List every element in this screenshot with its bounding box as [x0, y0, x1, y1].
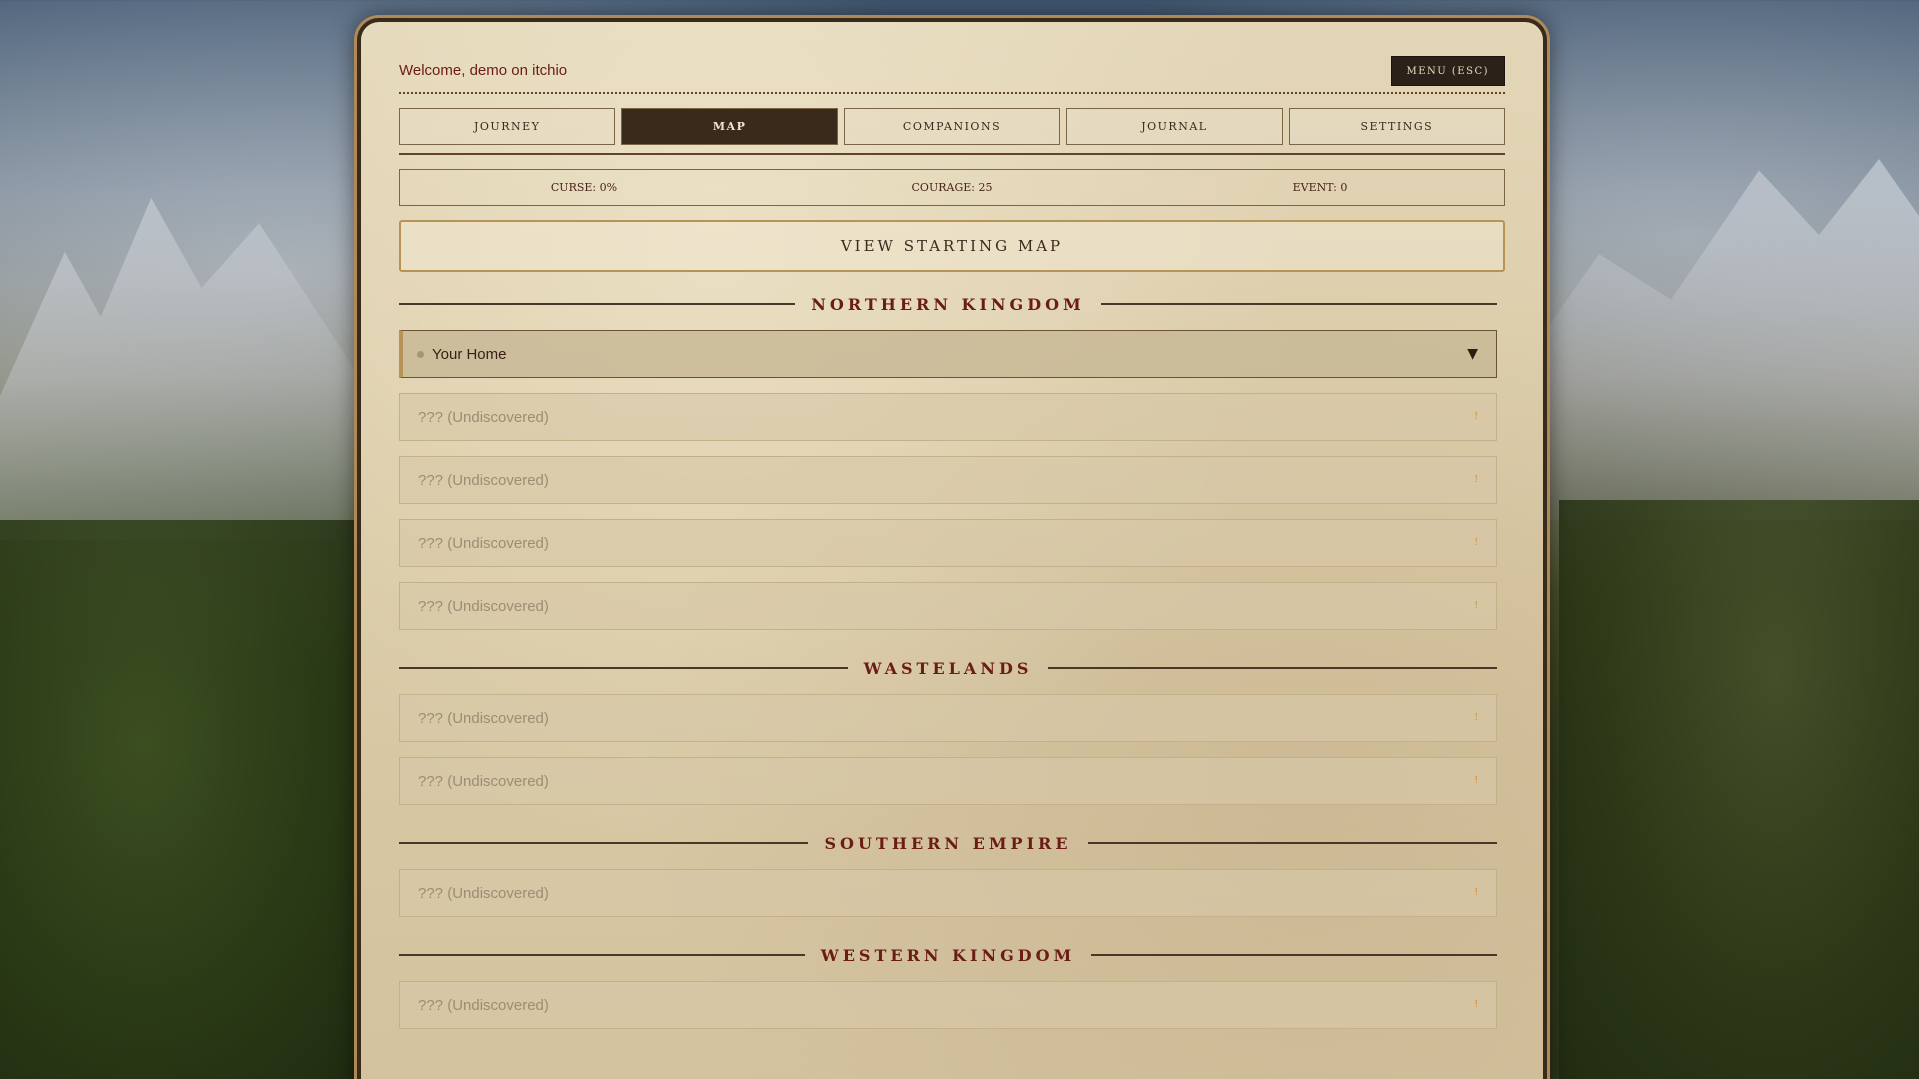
undiscovered-marker-icon: !	[1474, 1000, 1478, 1010]
location-undiscovered[interactable]: ??? (Undiscovered) !	[399, 757, 1497, 805]
location-undiscovered[interactable]: ??? (Undiscovered) !	[399, 519, 1497, 567]
location-name: ??? (Undiscovered)	[418, 597, 549, 615]
divider-line	[399, 842, 809, 844]
background-forest-left	[0, 520, 360, 1079]
undiscovered-marker-icon: !	[1474, 412, 1478, 422]
location-name: ??? (Undiscovered)	[418, 471, 549, 489]
region-heading-wastelands: WASTELANDS	[399, 656, 1505, 680]
tab-bar: JOURNEY MAP COMPANIONS JOURNAL SETTINGS	[399, 108, 1506, 155]
tab-journey[interactable]: JOURNEY	[399, 108, 616, 145]
background-mountains-left	[0, 198, 360, 540]
undiscovered-marker-icon: !	[1474, 888, 1478, 898]
location-name: ??? (Undiscovered)	[418, 996, 549, 1014]
expand-caret-icon[interactable]: ▼	[1467, 346, 1478, 362]
location-undiscovered[interactable]: ??? (Undiscovered) !	[399, 582, 1497, 630]
location-name: ??? (Undiscovered)	[418, 772, 549, 790]
region-heading-southern-empire: SOUTHERN EMPIRE	[399, 831, 1505, 855]
stats-bar: CURSE: 0% COURAGE: 25 EVENT: 0	[399, 169, 1505, 206]
divider-line	[1048, 667, 1498, 669]
region-title: NORTHERN KINGDOM	[811, 294, 1085, 314]
curse-stat: CURSE: 0%	[550, 181, 618, 194]
undiscovered-marker-icon: !	[1474, 538, 1478, 548]
tab-journal[interactable]: JOURNAL	[1066, 108, 1283, 145]
undiscovered-marker-icon: !	[1474, 601, 1478, 611]
region-heading-northern-kingdom: NORTHERN KINGDOM	[399, 292, 1505, 316]
tab-companions[interactable]: COMPANIONS	[843, 108, 1061, 145]
divider-line	[1087, 842, 1498, 844]
menu-button[interactable]: MENU (ESC)	[1390, 56, 1505, 86]
region-title: WESTERN KINGDOM	[820, 945, 1076, 965]
undiscovered-marker-icon: !	[1474, 475, 1478, 485]
region-title: SOUTHERN EMPIRE	[824, 833, 1072, 853]
undiscovered-marker-icon: !	[1474, 776, 1478, 786]
panel-header: Welcome, demo on itchio MENU (ESC)	[399, 22, 1505, 94]
welcome-text: Welcome, demo on itchio	[399, 62, 568, 79]
location-undiscovered[interactable]: ??? (Undiscovered) !	[399, 869, 1497, 917]
tab-map[interactable]: MAP	[621, 108, 838, 145]
location-dot-icon	[417, 350, 424, 358]
region-heading-western-kingdom: WESTERN KINGDOM	[399, 943, 1505, 967]
divider-line	[399, 303, 796, 305]
location-undiscovered[interactable]: ??? (Undiscovered) !	[399, 393, 1497, 441]
location-name: ??? (Undiscovered)	[418, 534, 549, 552]
location-name: ??? (Undiscovered)	[418, 408, 549, 426]
view-starting-map-button[interactable]: VIEW STARTING MAP	[399, 220, 1505, 272]
divider-line	[399, 954, 805, 956]
region-title: WASTELANDS	[863, 658, 1033, 678]
undiscovered-marker-icon: !	[1474, 713, 1478, 723]
background-forest-right	[1559, 500, 1919, 1079]
divider-line	[399, 667, 848, 669]
event-stat: EVENT: 0	[1292, 181, 1348, 194]
location-undiscovered[interactable]: ??? (Undiscovered) !	[399, 456, 1497, 504]
game-panel: Welcome, demo on itchio MENU (ESC) JOURN…	[357, 18, 1547, 1079]
background-mountains-right	[1519, 159, 1919, 520]
divider-line	[1100, 303, 1497, 305]
location-name: ??? (Undiscovered)	[418, 884, 549, 902]
location-name: Your Home	[432, 345, 507, 363]
panel-content: Welcome, demo on itchio MENU (ESC) JOURN…	[399, 22, 1506, 1029]
location-undiscovered[interactable]: ??? (Undiscovered) !	[399, 981, 1497, 1029]
courage-stat: COURAGE: 25	[911, 181, 993, 194]
location-your-home[interactable]: Your Home ▼	[399, 330, 1497, 378]
location-name: ??? (Undiscovered)	[418, 709, 549, 727]
location-undiscovered[interactable]: ??? (Undiscovered) !	[399, 694, 1497, 742]
divider-line	[1091, 954, 1498, 956]
tab-settings[interactable]: SETTINGS	[1288, 108, 1506, 145]
